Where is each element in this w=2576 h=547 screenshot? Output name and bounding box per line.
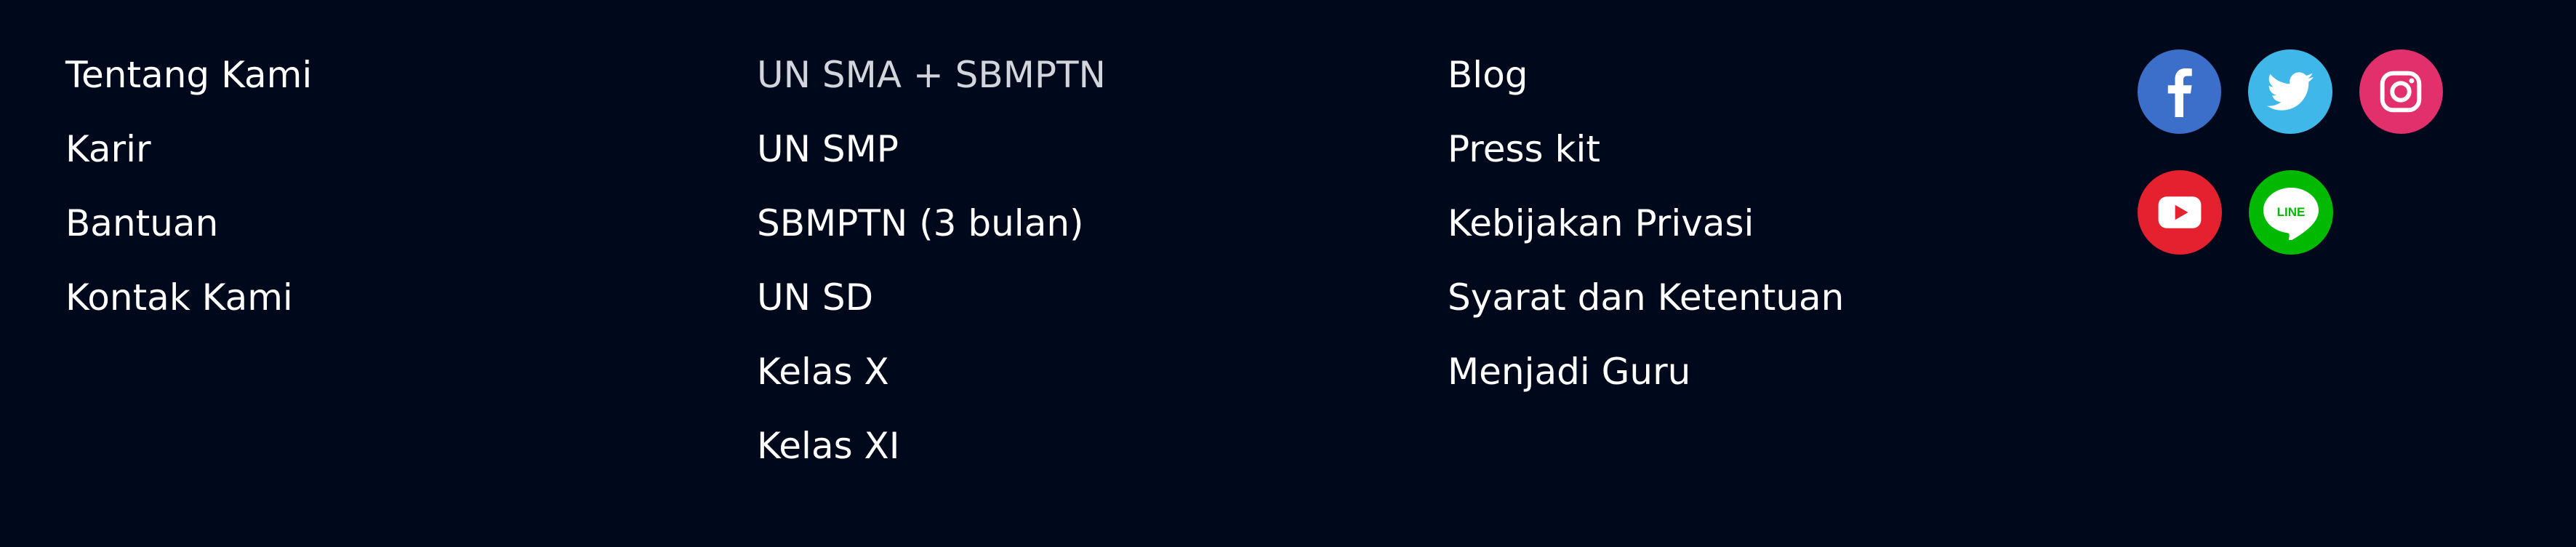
social-row: LINE: [2138, 170, 2443, 255]
footer-link-press-kit[interactable]: Press kit: [1448, 122, 1844, 196]
footer-program-links: UN SMA + SBMPTN UN SMP SBMPTN (3 bulan) …: [757, 48, 1106, 493]
facebook-icon: [2167, 68, 2192, 117]
footer-link-menjadi-guru[interactable]: Menjadi Guru: [1448, 345, 1844, 419]
line-icon: LINE: [2263, 188, 2319, 240]
youtube-button[interactable]: [2138, 170, 2222, 255]
footer-company-links: Tentang Kami Karir Bantuan Kontak Kami: [65, 48, 312, 345]
footer-more-links: Blog Press kit Kebijakan Privasi Syarat …: [1448, 48, 1844, 419]
footer-link-kontak-kami[interactable]: Kontak Kami: [65, 271, 312, 345]
footer-link-kelas-xi[interactable]: Kelas XI: [757, 419, 1106, 493]
instagram-button[interactable]: [2359, 49, 2443, 134]
footer-link-tentang-kami[interactable]: Tentang Kami: [65, 48, 312, 122]
line-button[interactable]: LINE: [2249, 170, 2333, 255]
footer-link-sbmptn-3-bulan[interactable]: SBMPTN (3 bulan): [757, 196, 1106, 271]
footer-link-karir[interactable]: Karir: [65, 122, 312, 196]
line-label: LINE: [2277, 205, 2306, 219]
youtube-icon: [2158, 196, 2202, 228]
facebook-button[interactable]: [2138, 49, 2222, 134]
twitter-icon: [2266, 72, 2314, 111]
social-links: LINE: [2138, 49, 2443, 291]
footer-link-kelas-x[interactable]: Kelas X: [757, 345, 1106, 419]
footer-link-un-sd[interactable]: UN SD: [757, 271, 1106, 345]
footer-link-blog[interactable]: Blog: [1448, 48, 1844, 122]
footer-link-kebijakan-privasi[interactable]: Kebijakan Privasi: [1448, 196, 1844, 271]
twitter-button[interactable]: [2248, 49, 2332, 134]
footer-link-bantuan[interactable]: Bantuan: [65, 196, 312, 271]
site-footer: Tentang Kami Karir Bantuan Kontak Kami U…: [0, 0, 2576, 547]
footer-link-syarat-dan-ketentuan[interactable]: Syarat dan Ketentuan: [1448, 271, 1844, 345]
social-row: [2138, 49, 2443, 134]
footer-link-un-sma-sbmptn[interactable]: UN SMA + SBMPTN: [757, 48, 1106, 122]
footer-link-un-smp[interactable]: UN SMP: [757, 122, 1106, 196]
instagram-icon: [2380, 71, 2422, 113]
